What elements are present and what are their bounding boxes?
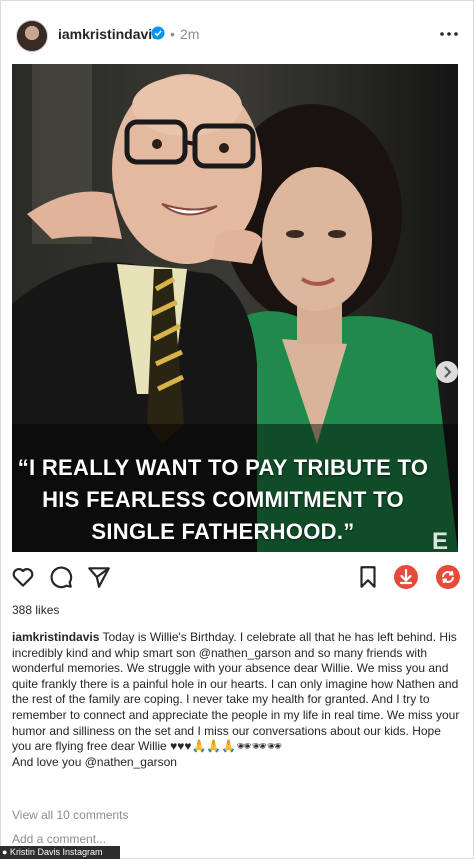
caption-username[interactable]: iamkristindavis [12,630,99,644]
bookmark-icon[interactable] [355,564,381,590]
quote-line-3: SINGLE FATHERHOOD.” [91,519,355,544]
separator-dot: • [170,26,175,42]
action-bar [0,560,474,594]
comment-icon[interactable] [48,564,74,590]
verified-badge-icon [151,26,165,40]
caption-last-line: And love you @nathen_garson [12,754,177,769]
likes-count[interactable]: 388 likes [12,603,59,617]
photo-credit: ● Kristin Davis Instagram [0,846,120,859]
next-arrow-icon[interactable] [436,361,458,383]
view-all-comments-link[interactable]: View all 10 comments [12,808,129,822]
username-link[interactable]: iamkristindavis [58,26,160,42]
photo-quote: “I REALLY WANT TO PAY TRIBUTE TO HIS FEA… [0,452,446,548]
share-icon[interactable] [86,564,112,590]
quote-line-2: HIS FEARLESS COMMITMENT TO [42,487,404,512]
heart-icon[interactable] [10,564,36,590]
more-options-icon[interactable] [437,22,461,46]
add-comment-input[interactable]: Add a comment... [12,832,106,846]
post-header: iamkristindavis • 2m [0,0,474,64]
caption-text: Today is Willie's Birthday. I celebrate … [12,630,460,754]
avatar[interactable] [16,20,48,52]
repost-icon[interactable] [435,564,461,590]
download-icon[interactable] [393,564,419,590]
post-time: 2m [180,26,200,42]
quote-line-1: “I REALLY WANT TO PAY TRIBUTE TO [17,455,429,480]
post-caption: iamkristindavis Today is Willie's Birthd… [12,630,460,770]
